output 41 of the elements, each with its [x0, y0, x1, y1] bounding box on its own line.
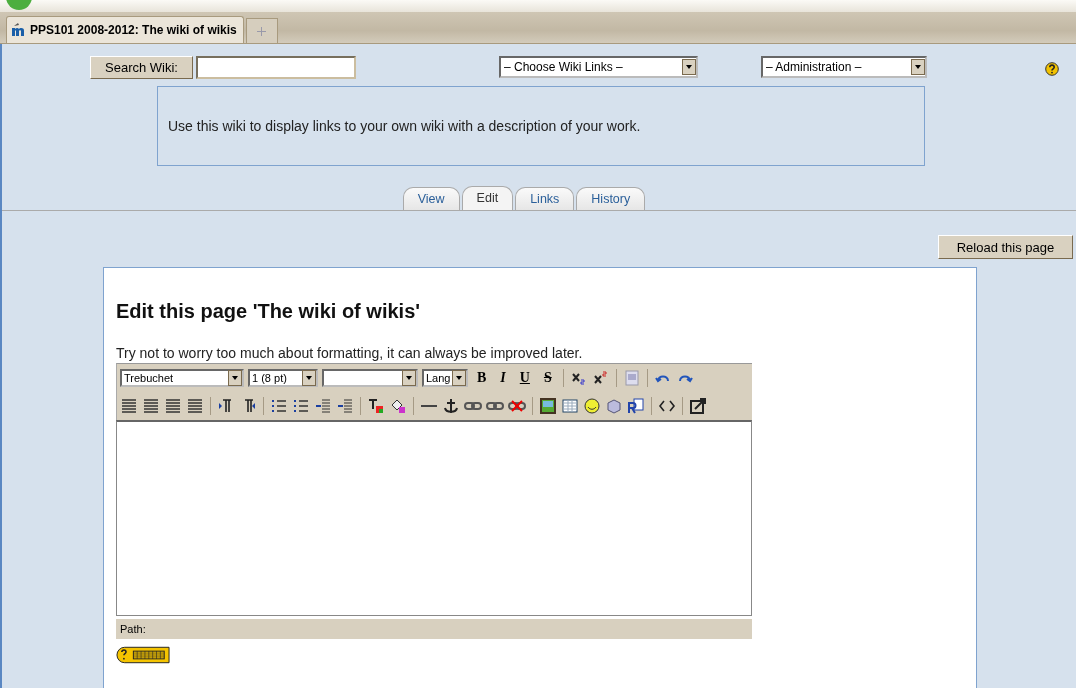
- table-icon[interactable]: [561, 397, 579, 415]
- format-button[interactable]: B: [472, 370, 492, 386]
- reload-button[interactable]: Reload this page: [938, 235, 1073, 259]
- language-dropdown[interactable]: Lang: [422, 369, 468, 387]
- page-tab[interactable]: History: [576, 187, 646, 210]
- anchor-icon[interactable]: [442, 397, 460, 415]
- fullscreen-icon[interactable]: [689, 397, 707, 415]
- help-icon[interactable]: [1045, 62, 1059, 76]
- page-tab[interactable]: Edit: [461, 186, 514, 210]
- image-icon[interactable]: [539, 397, 557, 415]
- text-color-icon[interactable]: [367, 397, 385, 415]
- justify-icon[interactable]: [186, 397, 204, 415]
- format-button[interactable]: S: [538, 370, 557, 386]
- logo-icon: [11, 23, 27, 37]
- page-tab[interactable]: View: [402, 187, 460, 210]
- hint-text: Try not to worry too much about formatting, it can always be improved later.: [116, 345, 584, 361]
- size-dropdown[interactable]: 1 (8 pt): [248, 369, 318, 387]
- search-field[interactable]: [196, 55, 356, 79]
- description-text: Use this wiki to display links to your own wiki with a description of your work.: [168, 118, 641, 134]
- indent-icon[interactable]: [336, 397, 354, 415]
- align-right-icon[interactable]: [164, 397, 182, 415]
- smiley-icon[interactable]: [583, 397, 601, 415]
- browser-tab[interactable]: PPS101 2008-2012: The wiki of wikis: [6, 16, 244, 43]
- align-left-icon[interactable]: [120, 397, 138, 415]
- links-dropdown[interactable]: – Choose Wiki Links –: [499, 56, 698, 78]
- format-button[interactable]: U: [514, 370, 535, 386]
- page-heading: Edit this page 'The wiki of wikis': [116, 300, 421, 323]
- page-tab[interactable]: Links: [515, 187, 575, 210]
- path-label: Path:: [120, 623, 146, 635]
- align-center-icon[interactable]: [142, 397, 160, 415]
- format-button[interactable]: I: [495, 370, 511, 386]
- plus-icon: [257, 26, 267, 36]
- ordered-list-icon[interactable]: [270, 397, 288, 415]
- administration-dropdown[interactable]: – Administration –: [761, 56, 927, 78]
- style-dropdown[interactable]: [322, 369, 418, 387]
- highlight-icon[interactable]: [389, 397, 407, 415]
- outdent-icon[interactable]: [314, 397, 332, 415]
- bullet-list-icon[interactable]: [292, 397, 310, 415]
- search-button[interactable]: Search Wiki:: [90, 55, 193, 79]
- keyboard-help-icon[interactable]: [116, 646, 170, 664]
- font-dropdown[interactable]: Trebuchet: [120, 369, 244, 387]
